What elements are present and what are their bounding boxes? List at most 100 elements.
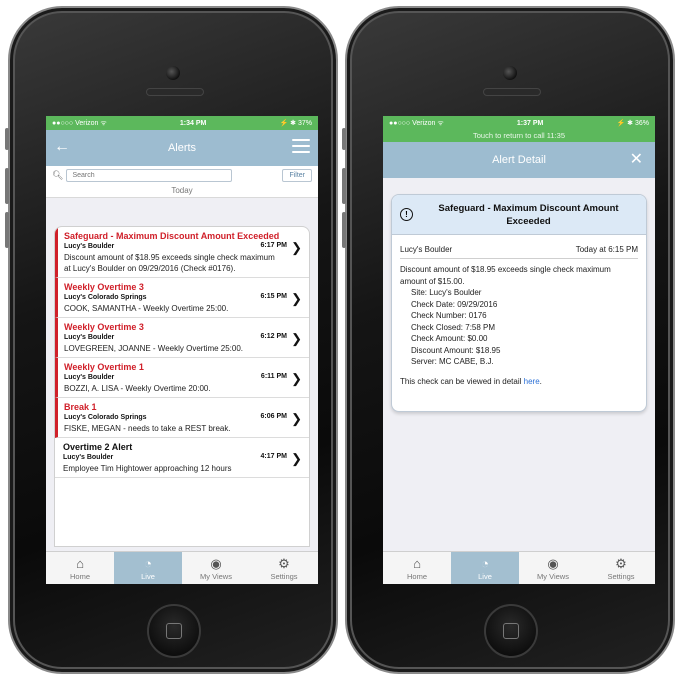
alert-row[interactable]: Weekly Overtime 1 Lucy's Boulder 6:11 PM BO… (55, 358, 309, 398)
alert-location: Lucy's Colorado Springs (64, 294, 147, 301)
search-icon: 🔍︎ (52, 169, 64, 180)
carrier-label: ●●○○○ Verizon ᯤ (52, 119, 107, 127)
alert-title: Weekly Overtime 3 (64, 282, 144, 292)
alert-location: Lucy's Boulder (64, 334, 115, 341)
mute-switch (5, 128, 9, 150)
eye-icon: ◉ (210, 556, 222, 571)
close-icon[interactable]: ✕ (630, 149, 643, 169)
alert-row[interactable]: Weekly Overtime 3 Lucy's Colorado Springs… (55, 278, 309, 318)
filter-button[interactable]: Filter (282, 168, 312, 182)
alert-row[interactable]: Weekly Overtime 3 Lucy's Boulder 6:12 PM LO… (55, 318, 309, 358)
home-icon: ⌂ (413, 556, 421, 571)
nav-bar: Alert Detail ✕ (383, 142, 655, 178)
alert-message: FISKE, MEGAN - needs to take a REST brea… (64, 424, 231, 433)
view-check-link[interactable]: here (524, 377, 540, 386)
home-icon: ⌂ (76, 556, 84, 571)
detail-field: Server: MC CABE, B.J. (411, 357, 494, 366)
alert-message: LOVEGREEN, JOANNE - Weekly Overtime 25:0… (64, 344, 244, 353)
page-title: Alerts (167, 142, 197, 154)
nav-bar: ← Alerts (46, 130, 318, 166)
tab-my-views[interactable]: ◉ My Views (519, 552, 587, 584)
tab-label: Home (406, 572, 427, 581)
tab-home[interactable]: ⌂ Home (383, 552, 451, 584)
alert-time: 6:17 PM (260, 242, 287, 249)
tab-live[interactable]: ◔ Live (114, 552, 182, 584)
alert-row[interactable]: Safeguard - Maximum Discount Amount Exce… (55, 227, 309, 278)
carrier-label: ●●○○○ Verizon ᯤ (389, 119, 444, 127)
tab-label: My Views (537, 572, 569, 581)
clock: 1:34 PM (179, 119, 207, 127)
alert-title: Overtime 2 Alert (63, 442, 133, 452)
alert-row[interactable]: Break 1 Lucy's Colorado Springs 6:06 PM FIS… (55, 398, 309, 438)
alert-detail-screen: ●●○○○ Verizon ᯤ 1:37 PM ⚡ ✱ 36% Touch to… (383, 116, 655, 584)
alert-location: Lucy's Boulder (64, 243, 115, 250)
home-hardware-button[interactable] (147, 604, 201, 658)
volume-up-button (342, 168, 346, 204)
alert-detail-card: ! Safeguard - Maximum Discount Amount Ex… (391, 194, 647, 412)
footer-period: . (539, 376, 542, 386)
warning-icon: ! (400, 208, 413, 221)
alert-message: COOK, SAMANTHA - Weekly Overtime 25:00. (64, 304, 229, 313)
detail-body: Discount amount of $18.95 exceeds single… (392, 259, 646, 368)
alert-location: Lucy's Boulder (64, 374, 115, 381)
tab-label: My Views (200, 572, 232, 581)
chevron-right-icon: ❯ (291, 331, 302, 346)
detail-field: Discount Amount: $18.95 (411, 345, 501, 355)
alert-message: Discount amount of $18.95 exceeds single… (64, 253, 275, 273)
detail-title: Safeguard - Maximum Discount Amount Exce… (438, 202, 619, 227)
detail-field: Check Number: 0176 (411, 311, 487, 320)
phone-frame-left: ●●○○○ Verizon ᯤ 1:34 PM ⚡ ✱ 37% ← Alerts… (5, 6, 338, 674)
search-input[interactable] (66, 168, 233, 182)
return-to-call-bar[interactable]: Touch to return to call 11:35 (383, 130, 655, 142)
detail-field: Site: Lucy's Boulder (411, 288, 482, 297)
tab-live[interactable]: ◔ Live (451, 552, 519, 584)
status-bar: ●●○○○ Verizon ᯤ 1:34 PM ⚡ ✱ 37% (46, 116, 318, 130)
alert-time: 6:11 PM (260, 373, 287, 380)
alert-message: BOZZI, A. LISA - Weekly Overtime 20:00. (64, 384, 211, 393)
tab-bar: ⌂ Home ◔ Live ◉ My Views ⚙ Settings (383, 551, 655, 584)
gear-icon: ⚙ (278, 556, 290, 571)
detail-footer: This check can be viewed in detail here. (392, 368, 646, 386)
speedometer-icon: ◔ (481, 556, 489, 571)
front-camera (503, 66, 517, 80)
detail-fields: Site: Lucy's Boulder Check Date: 09/29/20… (400, 287, 638, 368)
alert-time: 6:12 PM (260, 333, 287, 340)
tab-home[interactable]: ⌂ Home (46, 552, 114, 584)
detail-meta: Lucy's Boulder Today at 6:15 PM (392, 235, 646, 258)
status-bar: ●●○○○ Verizon ᯤ 1:37 PM ⚡ ✱ 36% (383, 116, 655, 130)
tab-label: Live (141, 572, 155, 581)
phone-frame-right: ●●○○○ Verizon ᯤ 1:37 PM ⚡ ✱ 36% Touch to… (342, 6, 675, 674)
speedometer-icon: ◔ (144, 556, 152, 571)
home-hardware-button[interactable] (484, 604, 538, 658)
alert-location: Lucy's Boulder (63, 454, 114, 461)
alert-row[interactable]: Overtime 2 Alert Lucy's Boulder 4:17 PM Emp… (55, 438, 309, 478)
alert-list: Safeguard - Maximum Discount Amount Exce… (54, 226, 310, 547)
detail-field: Check Closed: 7:58 PM (411, 322, 496, 332)
hamburger-menu-icon[interactable] (292, 139, 310, 157)
clock: 1:37 PM (516, 119, 544, 127)
back-arrow-icon[interactable]: ← (54, 138, 70, 156)
mute-switch (342, 128, 346, 150)
alert-title: Safeguard - Maximum Discount Amount Exce… (64, 231, 280, 241)
section-header-today: Today (46, 184, 318, 198)
alert-time: 6:15 PM (260, 293, 287, 300)
eye-icon: ◉ (547, 556, 559, 571)
tab-settings[interactable]: ⚙ Settings (250, 552, 318, 584)
chevron-right-icon: ❯ (291, 411, 302, 426)
alert-message: Employee Tim Hightower approaching 12 ho… (63, 464, 232, 473)
detail-header: ! Safeguard - Maximum Discount Amount Ex… (392, 195, 646, 235)
tab-my-views[interactable]: ◉ My Views (182, 552, 250, 584)
detail-summary: Discount amount of $18.95 exceeds single… (400, 265, 611, 286)
detail-location: Lucy's Boulder (400, 245, 453, 254)
search-row: 🔍︎ Filter (46, 166, 318, 184)
earpiece-speaker (483, 88, 541, 96)
battery-label: ⚡ ✱ 37% (279, 120, 312, 127)
tab-settings[interactable]: ⚙ Settings (587, 552, 655, 584)
volume-down-button (342, 212, 346, 248)
tab-label: Settings (270, 572, 298, 581)
front-camera (166, 66, 180, 80)
footer-text: This check can be viewed in detail (400, 376, 524, 386)
detail-field: Check Amount: $0.00 (411, 334, 488, 343)
volume-down-button (5, 212, 9, 248)
tab-label: Live (478, 572, 492, 581)
